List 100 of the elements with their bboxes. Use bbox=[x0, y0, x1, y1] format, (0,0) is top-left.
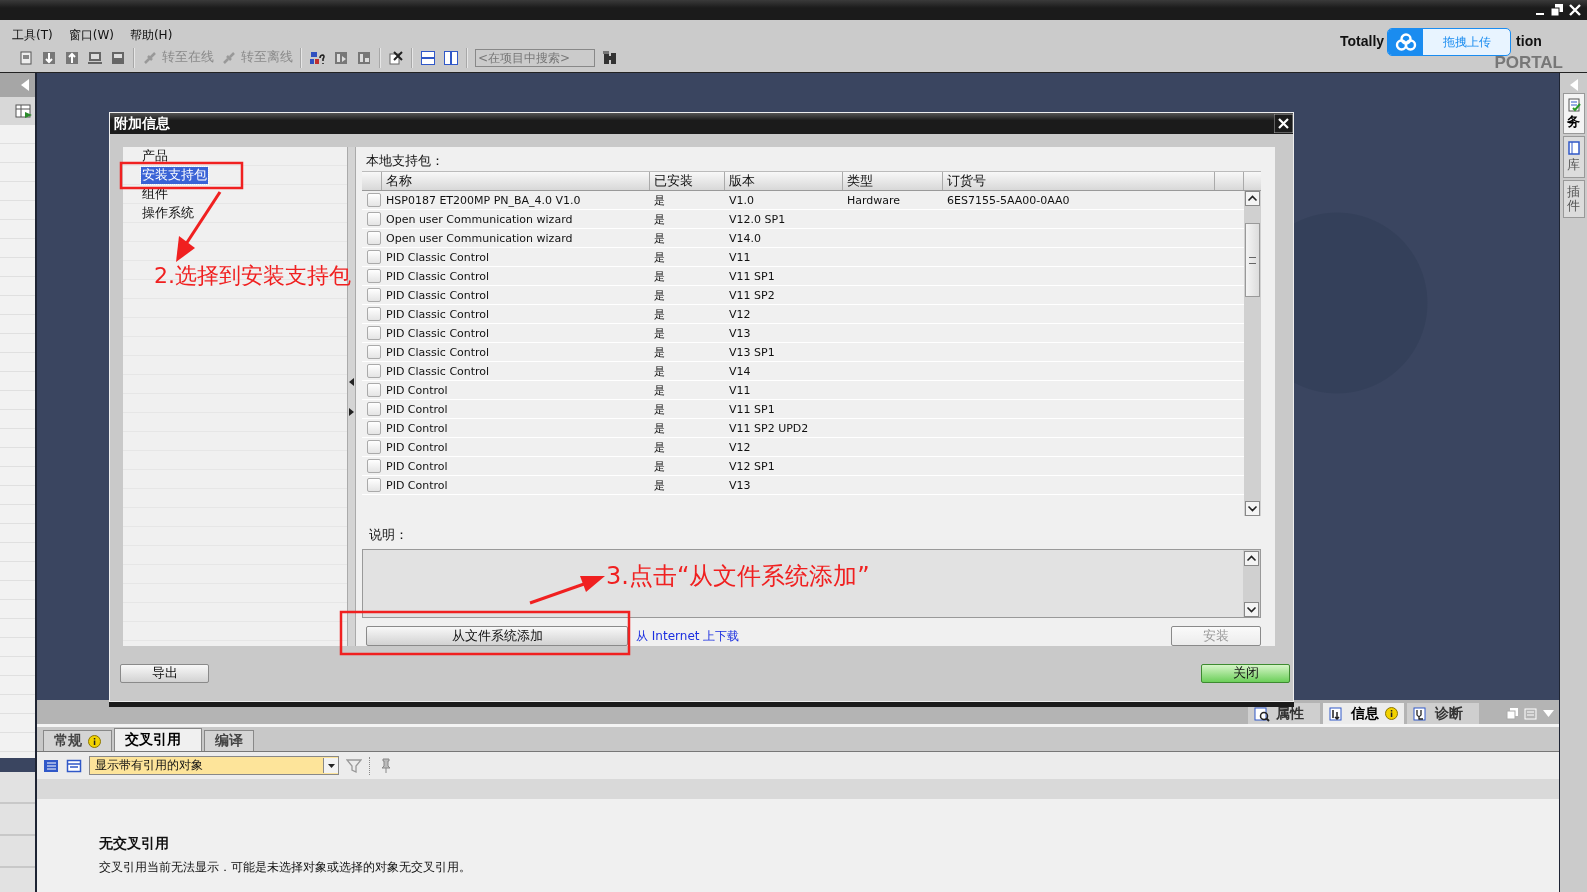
filter-icon[interactable] bbox=[346, 757, 362, 774]
split-vertical-icon[interactable] bbox=[443, 49, 459, 66]
plug-icon[interactable] bbox=[221, 49, 237, 66]
checkbox[interactable] bbox=[367, 269, 381, 283]
collapse-icon[interactable] bbox=[1569, 79, 1578, 91]
table-cell-text: 是 bbox=[653, 268, 666, 285]
table-cell-text: V11 SP1 bbox=[728, 401, 776, 418]
table-view-icon[interactable] bbox=[66, 757, 82, 774]
info-icon bbox=[88, 734, 101, 748]
side-tab[interactable]: 插件 bbox=[1562, 179, 1585, 219]
checklist-icon bbox=[1566, 98, 1581, 112]
list-view-icon[interactable] bbox=[43, 757, 59, 774]
caret-icon[interactable] bbox=[349, 377, 354, 386]
download-link[interactable]: 从 Internet 上下载 bbox=[636, 627, 1163, 645]
side-tab[interactable]: 库 bbox=[1562, 136, 1585, 178]
table-cell-text: 是 bbox=[653, 325, 666, 342]
panel-tab[interactable]: 信息 bbox=[1323, 703, 1404, 724]
checkbox[interactable] bbox=[367, 402, 381, 416]
checkbox[interactable] bbox=[367, 212, 381, 226]
plug-icon[interactable] bbox=[142, 49, 158, 66]
table-cell-text: 是 bbox=[653, 363, 666, 380]
side-tab[interactable]: 务 bbox=[1562, 93, 1585, 135]
dropdown-icon[interactable] bbox=[1542, 707, 1555, 720]
nav-item[interactable]: 产品 bbox=[141, 148, 169, 165]
export-button[interactable]: 导出 bbox=[120, 664, 209, 683]
checkbox[interactable] bbox=[367, 364, 381, 378]
table-cell-text: V11 bbox=[728, 382, 752, 399]
menu-item[interactable]: 工具(T) bbox=[4, 27, 61, 43]
book-icon bbox=[1566, 141, 1581, 156]
search-field[interactable]: <在项目中搜索> bbox=[475, 48, 595, 67]
table-cell-text: 是 bbox=[653, 287, 666, 304]
table-cell-text: V12 bbox=[728, 306, 752, 323]
scroll-up-icon[interactable] bbox=[1244, 551, 1259, 566]
checkbox[interactable] bbox=[367, 345, 381, 359]
table-cell-text: V11 SP2 UPD2 bbox=[728, 420, 810, 437]
list-icon[interactable] bbox=[1524, 707, 1537, 720]
cross-icon[interactable] bbox=[388, 49, 404, 66]
checkbox[interactable] bbox=[367, 459, 381, 473]
checkbox[interactable] bbox=[367, 440, 381, 454]
table-cell-text: 是 bbox=[653, 306, 666, 323]
nav-item[interactable]: 安装支持包 bbox=[141, 167, 208, 184]
scrollbar[interactable] bbox=[1243, 550, 1260, 617]
message-title: 无交叉引用 bbox=[99, 835, 170, 853]
brand-text: tion bbox=[1516, 33, 1542, 50]
tab[interactable]: 常规 bbox=[43, 730, 112, 751]
collapse-icon[interactable] bbox=[21, 79, 29, 91]
table-cell-text: PID Classic Control bbox=[385, 344, 491, 361]
scroll-down-icon[interactable] bbox=[1245, 501, 1260, 516]
download-icon[interactable] bbox=[41, 49, 57, 66]
nav-item[interactable]: 操作系统 bbox=[141, 205, 195, 222]
start-cpu-icon[interactable] bbox=[333, 49, 349, 66]
filter-dropdown[interactable]: 显示带有引用的对象 bbox=[89, 756, 339, 775]
accessible-devices-icon[interactable] bbox=[309, 49, 326, 66]
checkbox[interactable] bbox=[367, 231, 381, 245]
table-cell-text: V14 bbox=[728, 363, 752, 380]
table-cell-text: PID Control bbox=[385, 477, 449, 494]
scrollbar[interactable] bbox=[1244, 191, 1261, 516]
menu-item[interactable]: 帮助(H) bbox=[121, 27, 181, 43]
table-cell-text: 是 bbox=[653, 477, 666, 494]
table-cell-text: V11 SP2 bbox=[728, 287, 776, 304]
upload-icon[interactable] bbox=[64, 49, 80, 66]
monitor-icon[interactable] bbox=[87, 49, 103, 66]
checkbox[interactable] bbox=[367, 383, 381, 397]
add-from-file-button[interactable]: 从文件系统添加 bbox=[366, 626, 628, 646]
checkbox[interactable] bbox=[367, 193, 381, 207]
checkbox[interactable] bbox=[367, 421, 381, 435]
info-icon bbox=[1385, 707, 1398, 720]
binoculars-icon[interactable] bbox=[602, 49, 618, 66]
memory-card-icon[interactable] bbox=[110, 49, 126, 66]
info-document-icon bbox=[1329, 705, 1345, 722]
panel-tab[interactable]: 诊断 bbox=[1407, 703, 1479, 724]
table-cell-text: V11 SP1 bbox=[728, 268, 776, 285]
table-icon[interactable] bbox=[15, 103, 33, 119]
close-icon[interactable] bbox=[1274, 114, 1293, 133]
table-cell-text: V12.0 SP1 bbox=[728, 211, 787, 228]
checkbox[interactable] bbox=[367, 307, 381, 321]
checkbox[interactable] bbox=[367, 478, 381, 492]
table-cell-text: PID Classic Control bbox=[385, 249, 491, 266]
table-cell-text: 是 bbox=[653, 192, 666, 209]
close-button[interactable]: 关闭 bbox=[1201, 664, 1290, 683]
checkbox[interactable] bbox=[367, 250, 381, 264]
menu-item[interactable]: 窗口(W) bbox=[60, 27, 122, 43]
table-cell-text: 6ES7155-5AA00-0AA0 bbox=[946, 192, 1071, 209]
device-icon[interactable] bbox=[18, 49, 34, 66]
tab[interactable]: 交叉引用 bbox=[114, 728, 202, 751]
caret-icon[interactable] bbox=[349, 407, 354, 416]
separator-bar bbox=[0, 758, 35, 772]
column-header: 类型 bbox=[843, 172, 943, 190]
scroll-up-icon[interactable] bbox=[1245, 191, 1260, 206]
scroll-down-icon[interactable] bbox=[1244, 602, 1259, 617]
tab[interactable]: 编译 bbox=[204, 730, 254, 751]
column-header: 已安装 bbox=[650, 172, 725, 190]
table-cell-text: PID Classic Control bbox=[385, 306, 491, 323]
split-horizontal-icon[interactable] bbox=[420, 49, 436, 66]
stop-cpu-icon[interactable] bbox=[356, 49, 372, 66]
checkbox[interactable] bbox=[367, 288, 381, 302]
checkbox[interactable] bbox=[367, 326, 381, 340]
cloud-icon[interactable] bbox=[1394, 32, 1417, 52]
annotation-text: 2.选择到安装支持包 bbox=[154, 262, 351, 290]
restore-icon[interactable] bbox=[1551, 4, 1563, 16]
